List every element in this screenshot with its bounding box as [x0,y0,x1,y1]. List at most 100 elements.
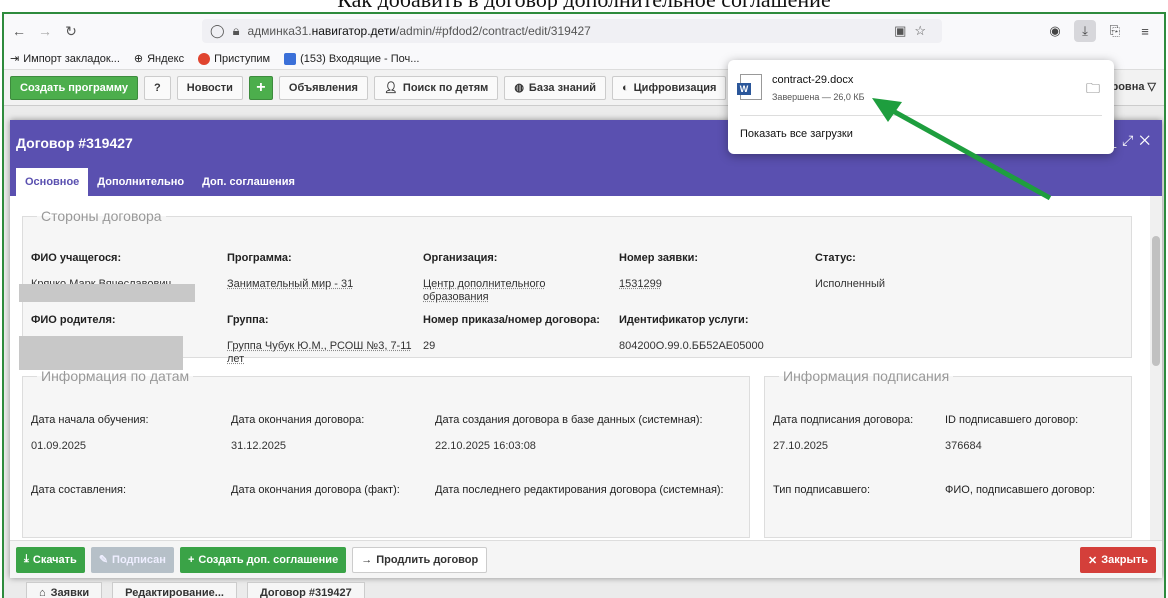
address-bar[interactable]: ◯ 🔒︎ админка31.навигатор.дети/admin/#pfd… [202,19,942,43]
signing-section: Информация подписания Дата подписания до… [764,368,1132,538]
knowledge-base-button[interactable]: ◍ База знаний [504,75,606,100]
redaction-block [19,284,195,302]
dates-section: Информация по датам Дата начала обучения… [22,368,750,538]
account-icon[interactable]: ◉ [1044,20,1066,42]
tab-additional[interactable]: Дополнительно [88,168,193,196]
modal-footer: ⤓ Скачать ✎ Подписан + Создать доп. соглаше… [10,540,1162,578]
download-icon[interactable]: ⤓ [1074,20,1096,42]
created-date-label: Дата создания договора в базе данных (си… [435,414,703,426]
reload-icon[interactable]: ↻ [60,20,82,42]
end-date-label: Дата окончания договора: [231,414,365,426]
bookmark-import[interactable]: ⇥ Импорт закладок... [10,52,120,66]
sign-icon: ✎ [98,554,109,566]
plus-icon: + [187,553,195,566]
download-button[interactable]: ⤓ Скачать [16,546,85,573]
task-tab-contract[interactable]: Договор #319427 [246,582,365,598]
redaction-block [19,336,183,370]
page-heading-fragment: Как добавить в договор дополнительное со… [0,0,1168,10]
scrollbar-thumb[interactable] [1152,236,1160,366]
digitalization-icon: ◐ [621,81,629,94]
parties-legend: Стороны договора [41,208,162,224]
search-children-button[interactable]: 👤︎ Поиск по детям [373,75,499,100]
modal-title: Договор #319427 [16,135,133,151]
browser-window: ← → ↻ ◯ 🔒︎ админка31.навигатор.дети/admi… [2,12,1166,598]
signer-id-value: 376684 [945,440,982,452]
news-button[interactable]: Новости [176,75,243,100]
order-value: 29 [423,340,436,352]
shield-icon: ◯ [210,23,225,38]
show-all-downloads-link[interactable]: Показать все загрузки [740,128,853,140]
extend-contract-button[interactable]: → Продлить договор [352,546,488,573]
request-label: Номер заявки: [619,252,699,264]
window-taskbar: ⌂ Заявки Редактирование... Договор #31942… [4,582,1164,598]
bookmark-mail[interactable]: (153) Входящие - Поч... [284,52,419,65]
bookmark-start[interactable]: Приступим [198,52,270,65]
folder-icon[interactable]: 🗀 [1086,78,1100,102]
maximize-icon[interactable]: ⤢ [1122,132,1139,148]
sign-date-value: 27.10.2025 [773,440,829,452]
task-tab-editing[interactable]: Редактирование... [112,582,237,598]
menu-icon[interactable]: ≡ [1134,20,1156,42]
program-label: Программа: [227,252,292,264]
close-icon[interactable]: ✕ [1139,132,1156,148]
tab-main[interactable]: Основное [16,168,89,196]
home-icon: ⌂ [39,587,46,598]
mail-icon [284,52,297,65]
organization-label: Организация: [423,252,498,264]
signed-button: ✎ Подписан [90,546,174,573]
forward-icon[interactable]: → [34,20,56,42]
contract-modal: Договор #319427 _⤢✕ Основное Дополнитель… [10,120,1162,578]
order-label: Номер приказа/номер договора: [423,314,600,326]
task-tab-requests[interactable]: ⌂ Заявки [26,582,103,598]
add-button[interactable]: + [248,75,273,100]
modal-scrollbar[interactable] [1150,196,1162,540]
divider [740,115,1102,116]
end-fact-date-label: Дата окончания договора (факт): [231,484,400,496]
child-icon: 👤︎ [383,82,398,94]
close-icon: ✕ [1088,554,1098,567]
create-supplement-button[interactable]: + Создать доп. соглашение [179,546,347,573]
edited-date-label: Дата последнего редактирования договора … [435,484,724,496]
globe-icon: ⊕ [133,53,144,65]
close-button[interactable]: ✕ Закрыть [1080,547,1156,573]
digitalization-button[interactable]: ◐ Цифровизация [611,75,727,100]
download-status: Завершена — 26,0 КБ [772,92,865,102]
request-link[interactable]: 1531299 [619,278,662,291]
word-file-icon: W [737,74,762,100]
drawn-date-label: Дата составления: [31,484,127,496]
organization-link[interactable]: Центр дополнительного образования [423,278,573,304]
start-icon [198,52,211,65]
parties-section: Стороны договора ФИО учащегося: Крячко М… [19,208,1132,370]
signer-name-label: ФИО, подписавшего договор: [945,484,1096,496]
group-link[interactable]: Группа Чубук Ю.М., РСОШ №3, 7-11 лет [227,340,427,366]
parent-label: ФИО родителя: [31,314,116,326]
created-date-value: 22.10.2025 16:03:08 [435,440,536,452]
create-program-button[interactable]: Создать программу [10,75,139,100]
signer-id-label: ID подписавшего договор: [945,414,1079,426]
dates-legend: Информация по датам [41,368,190,384]
plus-icon: + [256,78,266,96]
back-icon[interactable]: ← [8,20,30,42]
modal-window-controls: _⤢✕ [1108,132,1156,149]
tab-supplements[interactable]: Доп. соглашения [193,168,304,196]
status-label: Статус: [815,252,856,264]
url-text: админка31.навигатор.дети/admin/#pfdod2/c… [247,24,591,38]
announcements-button[interactable]: Объявления [278,75,368,100]
end-date-value: 31.12.2025 [231,440,287,452]
caret-down-icon: ▽ [1147,81,1156,93]
start-date-label: Дата начала обучения: [31,414,149,426]
sign-date-label: Дата подписания договора: [773,414,914,426]
bookmark-star-icon[interactable]: ▣☆ [894,23,934,39]
arrow-right-icon: → [361,553,373,566]
program-link[interactable]: Занимательный мир - 31 [227,278,353,291]
help-button[interactable]: ? [144,75,171,100]
status-value: Исполненный [815,278,886,290]
downloads-panel: W contract-29.docx Завершена — 26,0 КБ 🗀… [728,60,1114,154]
signer-type-label: Тип подписавшего: [773,484,871,496]
student-label: ФИО учащегося: [31,252,122,264]
start-date-value: 01.09.2025 [31,440,87,452]
download-icon: ⤓ [24,553,29,565]
bookmark-yandex[interactable]: ⊕ Яндекс [133,52,184,66]
extensions-icon[interactable]: ⎘ [1104,20,1126,42]
download-filename[interactable]: contract-29.docx [772,74,853,86]
